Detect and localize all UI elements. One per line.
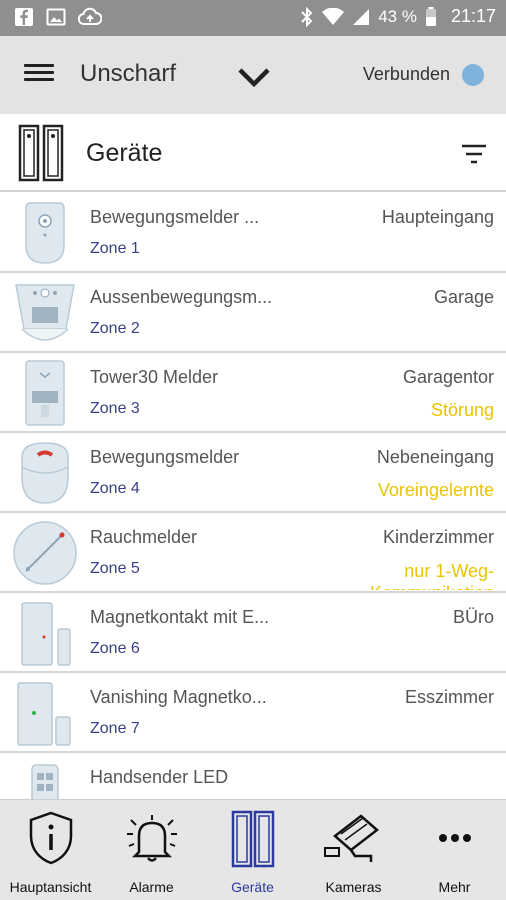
motion-detector-red-icon <box>21 442 69 504</box>
outdoor-motion-detector-icon <box>15 284 75 341</box>
nav-label: Geräte <box>231 879 274 895</box>
shield-info-icon <box>29 811 72 865</box>
device-location: Garagentor <box>402 367 494 387</box>
device-location: Esszimmer <box>405 687 494 707</box>
status-right-icons: 43 % 21:17 <box>300 6 496 27</box>
device-zone: Zone 5 <box>90 560 140 577</box>
device-location: BÜro <box>452 607 494 627</box>
signal-icon <box>353 8 370 25</box>
section-header: Geräte <box>0 114 506 192</box>
nav-alarme[interactable]: Alarme <box>101 800 202 900</box>
vanishing-contact-icon <box>17 682 71 746</box>
device-name: Vanishing Magnetko... <box>90 687 267 707</box>
connection-status-label: Verbunden <box>362 64 450 84</box>
nav-label: Kameras <box>325 879 382 895</box>
arm-state-title[interactable]: Unscharf <box>80 60 176 88</box>
connection-status-dot <box>462 64 484 86</box>
device-status: Störung <box>430 400 494 420</box>
status-bar: 43 % 21:17 <box>0 0 506 36</box>
battery-icon <box>425 6 436 26</box>
devices-icon <box>231 810 274 868</box>
device-status: Voreingelernte <box>377 480 494 500</box>
magnetic-contact-icon <box>21 602 71 666</box>
device-list[interactable]: Bewegungsmelder ... Zone 1 Haupteingang … <box>0 193 506 799</box>
nav-kameras[interactable]: Kameras <box>303 800 404 900</box>
device-zone: Zone 7 <box>90 720 140 737</box>
nav-geraete[interactable]: Geräte <box>202 800 303 900</box>
device-name: Bewegungsmelder <box>90 447 240 467</box>
device-row[interactable]: Vanishing Magnetko... Zone 7 Esszimmer <box>0 673 506 753</box>
device-location: Kinderzimmer <box>382 527 494 547</box>
devices-icon <box>18 124 64 182</box>
battery-level: 43 % <box>378 6 417 26</box>
device-row[interactable]: Tower30 Melder Zone 3 Garagentor Störung <box>0 353 506 433</box>
nav-mehr[interactable]: Mehr <box>404 800 505 900</box>
nav-label: Alarme <box>129 879 174 895</box>
nav-hauptansicht[interactable]: Hauptansicht <box>0 800 101 900</box>
tower-detector-icon <box>25 360 65 426</box>
device-status: nur 1-Weg-Kommunikation <box>370 561 494 590</box>
cloud-sync-icon <box>78 7 102 25</box>
device-row[interactable]: Bewegungsmelder Zone 4 Nebeneingang Vore… <box>0 433 506 513</box>
device-row[interactable]: Handsender LED <box>0 753 506 799</box>
device-name: Aussenbewegungsm... <box>90 287 273 307</box>
device-zone: Zone 4 <box>90 480 140 497</box>
wifi-icon <box>322 7 345 25</box>
device-row[interactable]: Aussenbewegungsm... Zone 2 Garage <box>0 273 506 353</box>
hamburger-menu-icon[interactable] <box>24 60 54 90</box>
remote-control-icon <box>31 764 59 799</box>
bottom-navigation: Hauptansicht Alarme Geräte Kameras Mehr <box>0 799 506 900</box>
device-location: Nebeneingang <box>376 447 494 467</box>
clock: 21:17 <box>450 6 496 26</box>
bluetooth-icon <box>301 6 313 27</box>
device-zone: Zone 2 <box>90 320 140 337</box>
device-zone: Zone 1 <box>90 240 140 257</box>
page-title: Geräte <box>86 139 163 167</box>
device-row[interactable]: Rauchmelder Zone 5 Kinderzimmer nur 1-We… <box>0 513 506 593</box>
nav-label: Hauptansicht <box>9 879 92 895</box>
device-row[interactable]: Bewegungsmelder ... Zone 1 Haupteingang <box>0 193 506 273</box>
device-location: Garage <box>433 287 494 307</box>
device-zone: Zone 6 <box>90 640 140 657</box>
motion-detector-icon <box>25 202 65 264</box>
bell-icon <box>126 815 177 862</box>
device-name: Rauchmelder <box>90 527 198 547</box>
camera-icon <box>323 814 379 862</box>
device-zone: Zone 3 <box>90 400 140 417</box>
chevron-down-icon[interactable] <box>234 60 274 94</box>
device-name: Bewegungsmelder ... <box>90 207 260 227</box>
nav-label: Mehr <box>438 879 471 895</box>
device-row[interactable]: Magnetkontakt mit E... Zone 6 BÜro <box>0 593 506 673</box>
more-dots-icon <box>438 834 471 842</box>
status-left-icons <box>14 7 102 27</box>
device-location: Haupteingang <box>381 207 494 227</box>
filter-icon[interactable] <box>460 142 488 166</box>
facebook-icon <box>15 8 33 26</box>
smoke-detector-icon <box>13 521 77 585</box>
app-bar: Unscharf Verbunden <box>0 36 506 114</box>
device-name: Magnetkontakt mit E... <box>90 607 270 627</box>
device-name: Handsender LED <box>90 767 229 787</box>
device-name: Tower30 Melder <box>90 367 219 387</box>
image-icon <box>46 8 66 26</box>
